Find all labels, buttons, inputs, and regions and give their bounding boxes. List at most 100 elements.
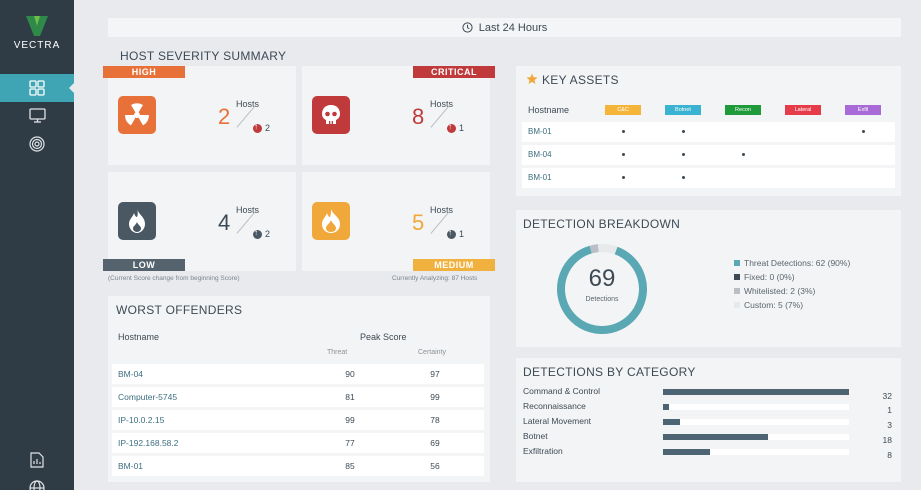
key-assets-title: KEY ASSETS <box>542 73 619 87</box>
nav-reports[interactable] <box>0 446 74 474</box>
key-asset-row[interactable]: BM-04 <box>522 145 895 165</box>
tag-cnc[interactable]: C&C <box>605 105 641 115</box>
radiation-icon <box>118 96 156 134</box>
tag-recon[interactable]: Recon <box>725 105 761 115</box>
medium-change-value: 1 <box>459 229 465 239</box>
key-asset-host[interactable]: BM-01 <box>528 127 552 136</box>
severity-card-critical[interactable]: 8 Hosts 1 <box>302 66 490 165</box>
category-value: 1 <box>887 405 892 415</box>
offender-host[interactable]: IP-192.168.58.2 <box>118 438 179 448</box>
sidebar: VECTRA <box>0 0 74 490</box>
category-label: Exfiltration <box>523 446 563 456</box>
severity-card-high[interactable]: 2 Hosts 2 <box>108 66 296 165</box>
ribbon-low: LOW <box>103 259 185 271</box>
medium-score-change: 1 <box>447 228 465 239</box>
ribbon-critical: CRITICAL <box>413 66 495 78</box>
arrow-up-icon <box>447 228 456 239</box>
severity-card-medium[interactable]: 5 Hosts 1 <box>302 172 490 271</box>
nav-detections[interactable] <box>0 130 74 158</box>
skull-icon <box>312 96 350 134</box>
category-bar-track[interactable] <box>663 419 849 425</box>
low-host-count: 4 <box>218 210 231 235</box>
detection-dot <box>622 176 625 179</box>
nav-dashboard[interactable] <box>0 74 74 102</box>
legend-label: Threat Detections: 62 (90%) <box>744 258 851 268</box>
legend-label: Whitelisted: 2 (3%) <box>744 286 816 296</box>
key-asset-row[interactable]: BM-01 <box>522 122 895 142</box>
col-hostname: Hostname <box>118 332 160 342</box>
host-severity-title: HOST SEVERITY SUMMARY <box>120 49 287 63</box>
fire-icon <box>312 202 350 240</box>
offender-row[interactable]: IP-192.168.58.2 77 69 <box>112 433 484 453</box>
critical-score-change: 1 <box>447 122 464 133</box>
offender-host[interactable]: BM-01 <box>118 461 143 471</box>
category-bar-fill <box>663 449 710 455</box>
low-score-change: 2 <box>253 228 271 239</box>
category-bar-fill <box>663 389 849 395</box>
category-bar-track[interactable] <box>663 434 849 440</box>
legend-swatch <box>734 288 740 294</box>
key-asset-host[interactable]: BM-04 <box>528 150 552 159</box>
legend-custom: Custom: 5 (7%) <box>734 300 803 310</box>
low-change-value: 2 <box>265 229 271 239</box>
vectra-logo[interactable]: VECTRA <box>0 16 74 51</box>
offender-threat: 77 <box>345 438 355 448</box>
detection-total-label: Detections <box>585 296 619 303</box>
offender-host[interactable]: BM-04 <box>118 369 143 379</box>
legend-swatch <box>734 260 740 266</box>
detections-by-category-title: DETECTIONS BY CATEGORY <box>523 365 696 379</box>
offender-row[interactable]: BM-01 85 56 <box>112 456 484 476</box>
offender-certainty: 99 <box>430 392 440 402</box>
score-change-note: (Current Score change from beginning Sco… <box>108 275 240 282</box>
category-bar-track[interactable] <box>663 449 849 455</box>
offender-row[interactable]: IP-10.0.2.15 99 78 <box>112 410 484 430</box>
flame-icon <box>118 202 156 240</box>
detection-breakdown-title: DETECTION BREAKDOWN <box>523 217 681 231</box>
active-caret <box>69 83 74 93</box>
key-asset-row[interactable]: BM-01 <box>522 168 895 188</box>
time-range-selector[interactable]: Last 24 Hours <box>108 18 901 37</box>
offender-host[interactable]: Computer-5745 <box>118 392 177 402</box>
legend-fixed: Fixed: 0 (0%) <box>734 272 795 282</box>
offender-row[interactable]: Computer-5745 81 99 <box>112 387 484 407</box>
category-bar-track[interactable] <box>663 404 849 410</box>
high-change-value: 2 <box>265 123 271 133</box>
legend-swatch <box>734 302 740 308</box>
arrow-up-icon <box>447 122 456 133</box>
donut-segment <box>597 244 618 255</box>
category-bar-track[interactable] <box>663 389 849 395</box>
offender-threat: 85 <box>345 461 355 471</box>
dashboard-grid-icon <box>29 80 45 96</box>
nav-hosts[interactable] <box>0 102 74 130</box>
detection-dot <box>682 153 685 156</box>
tag-botnet[interactable]: Botnet <box>665 105 701 115</box>
nav-network[interactable] <box>0 474 74 490</box>
tag-exfil[interactable]: Exfil <box>845 105 881 115</box>
globe-icon <box>29 480 45 490</box>
category-label: Lateral Movement <box>523 416 592 426</box>
offender-threat: 99 <box>345 415 355 425</box>
category-value: 3 <box>887 420 892 430</box>
col-certainty: Certainty <box>418 349 447 356</box>
key-asset-host[interactable]: BM-01 <box>528 173 552 182</box>
clock-icon <box>462 22 473 33</box>
offender-host[interactable]: IP-10.0.2.15 <box>118 415 164 425</box>
tag-lateral[interactable]: Lateral <box>785 105 821 115</box>
severity-card-low[interactable]: 4 Hosts 2 <box>108 172 296 271</box>
offender-certainty: 78 <box>430 415 440 425</box>
offender-row[interactable]: BM-04 90 97 <box>112 364 484 384</box>
category-bar-fill <box>663 419 681 425</box>
category-value: 8 <box>887 450 892 460</box>
category-label: Reconnaissance <box>523 401 586 411</box>
legend-label: Custom: 5 (7%) <box>744 300 804 310</box>
arrow-up-icon <box>253 122 262 133</box>
detection-dot <box>622 130 625 133</box>
star-icon <box>526 73 538 84</box>
brand-name: VECTRA <box>13 40 61 51</box>
high-score-change: 2 <box>253 122 271 133</box>
worst-offenders-title: WORST OFFENDERS <box>116 303 243 317</box>
ribbon-medium: MEDIUM <box>413 259 495 271</box>
legend-swatch <box>734 274 740 280</box>
vectra-logo-icon <box>26 16 48 36</box>
category-value: 18 <box>882 435 892 445</box>
